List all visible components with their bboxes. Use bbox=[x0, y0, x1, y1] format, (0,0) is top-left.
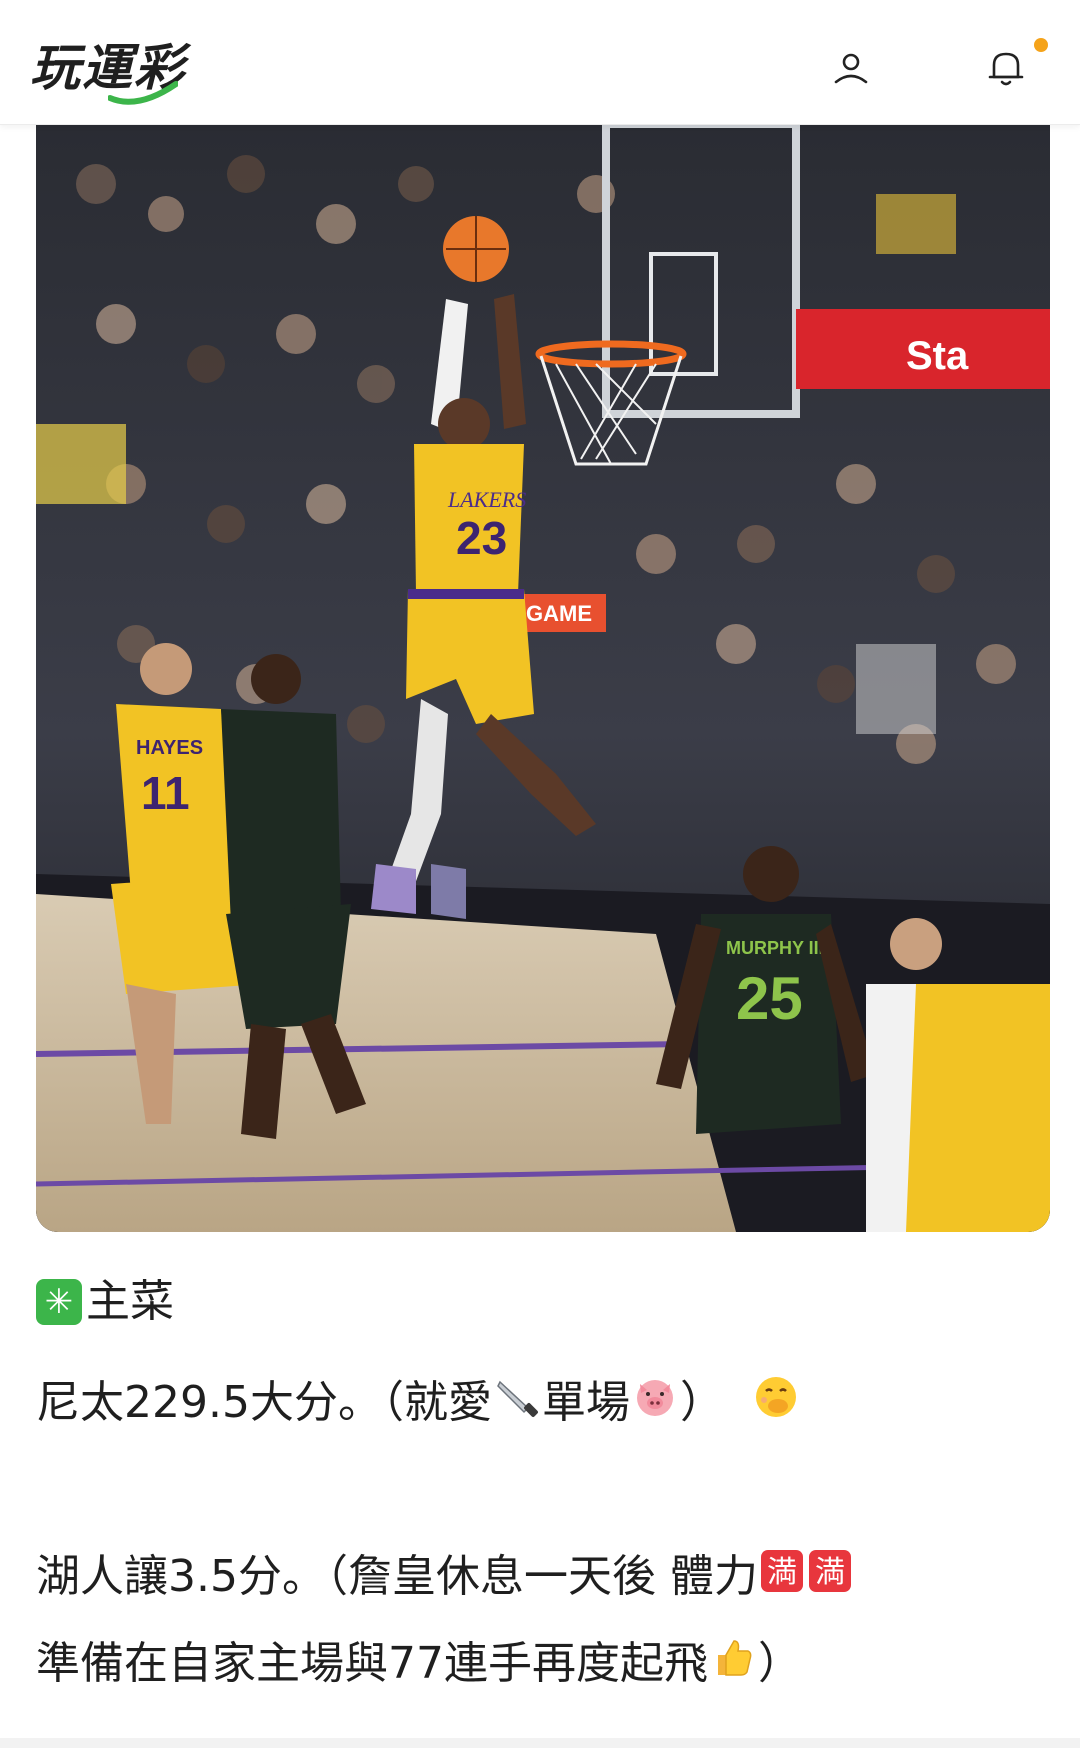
full-badge-icon: 満 bbox=[760, 1549, 804, 1609]
top-nav-bar: 玩運彩 bbox=[0, 0, 1080, 125]
jersey-team-text: LAKERS bbox=[447, 487, 526, 512]
basketball-dunk-image: Sta GAME LAKERS 23 HAYES 11 MURPHY III 2… bbox=[36, 124, 1050, 1232]
post-content: ✳ 主菜 尼太229.5大分。（就愛 單場 ） 湖人讓3.5分。（詹皇休息一天後… bbox=[36, 1270, 1046, 1689]
thumbs-up-emoji bbox=[710, 1635, 756, 1697]
post-line-1: 尼太229.5大分。（就愛 單場 ） bbox=[36, 1373, 802, 1437]
jersey-right-name: MURPHY III bbox=[726, 938, 824, 958]
notifications-button[interactable] bbox=[978, 40, 1034, 96]
post-heading: ✳ 主菜 bbox=[36, 1270, 1046, 1334]
pig-emoji bbox=[632, 1374, 678, 1436]
app-logo[interactable]: 玩運彩 bbox=[30, 24, 186, 105]
jersey-left-name: HAYES bbox=[136, 737, 203, 759]
post-line-2: 湖人讓3.5分。（詹皇休息一天後 體力 満 満 bbox=[36, 1547, 854, 1609]
logo-swoosh-icon bbox=[108, 81, 178, 105]
post-line-3-text-b: ） bbox=[758, 1638, 802, 1689]
bottom-divider bbox=[0, 1738, 1080, 1748]
bell-icon bbox=[988, 52, 1024, 86]
notification-dot bbox=[1034, 38, 1048, 52]
post-line-3: 準備在自家主場與77連手再度起飛 ） bbox=[36, 1634, 802, 1697]
full-badge-text-2: 満 bbox=[815, 1555, 845, 1590]
post-line-3-text-a: 準備在自家主場與77連手再度起飛 bbox=[36, 1638, 708, 1689]
jersey-right-number: 25 bbox=[736, 965, 803, 1032]
arena-banner-text: Sta bbox=[906, 334, 969, 378]
board-text: GAME bbox=[526, 601, 592, 626]
user-icon bbox=[834, 53, 868, 84]
post-line-2-text: 湖人讓3.5分。（詹皇休息一天後 體力 bbox=[36, 1551, 758, 1602]
jersey-main-number: 23 bbox=[456, 512, 507, 564]
post-heading-text: 主菜 bbox=[86, 1276, 174, 1327]
post-photo[interactable]: Sta GAME LAKERS 23 HAYES 11 MURPHY III 2… bbox=[36, 124, 1050, 1232]
user-profile-button[interactable] bbox=[823, 40, 879, 96]
post-line-1-text-b: 單場 bbox=[541, 1377, 630, 1428]
full-badge-icon: 満 bbox=[808, 1549, 852, 1609]
eight-spoked-asterisk-icon: ✳ bbox=[36, 1279, 82, 1325]
hand-over-mouth-emoji bbox=[752, 1373, 800, 1437]
post-line-1-text-a: 尼太229.5大分。（就愛 bbox=[36, 1377, 492, 1428]
jersey-left-number: 11 bbox=[141, 767, 190, 819]
knife-emoji bbox=[494, 1374, 540, 1436]
post-line-1-text-c: ） bbox=[679, 1377, 724, 1428]
full-badge-text-1: 満 bbox=[767, 1555, 797, 1590]
